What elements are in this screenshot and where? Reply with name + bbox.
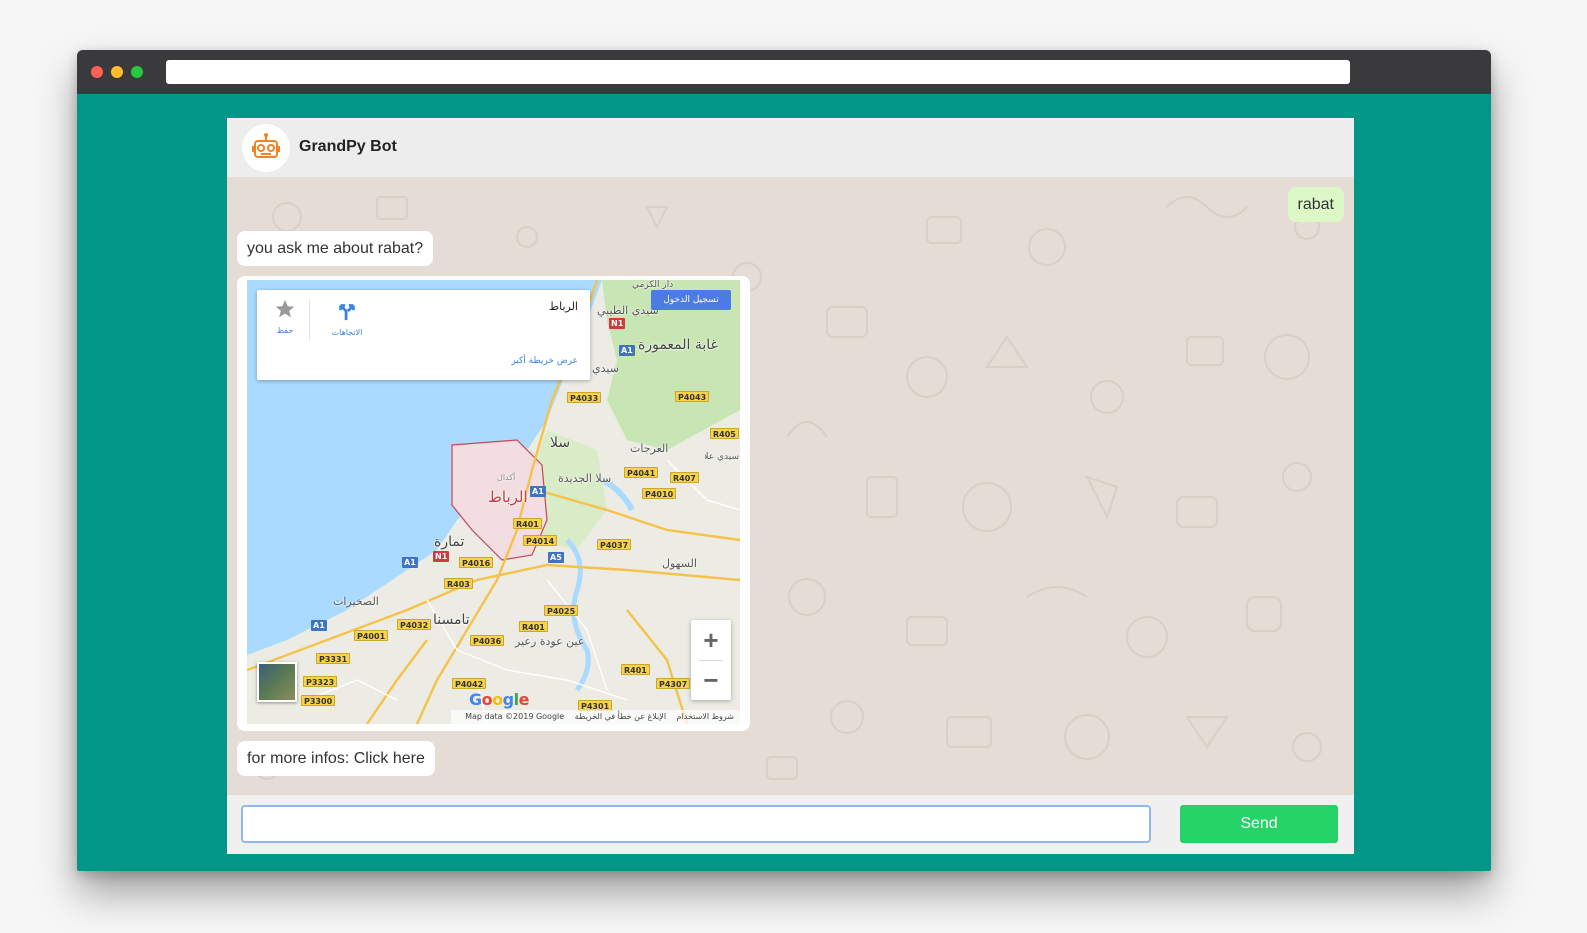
star-icon: [275, 299, 295, 318]
road-shield: P3323: [303, 676, 338, 687]
satellite-toggle[interactable]: [257, 662, 297, 702]
map-zoom-control: + −: [691, 620, 731, 700]
zoom-out-button[interactable]: −: [691, 660, 731, 700]
save-place-button[interactable]: حفظ: [265, 298, 305, 335]
road-shield: P4016: [459, 557, 494, 568]
road-shield: R401: [621, 664, 650, 675]
user-message: rabat: [1287, 187, 1344, 222]
map-label-sidi: سيدي: [592, 362, 619, 375]
message-composer: Send: [227, 795, 1354, 854]
more-info-link[interactable]: Click here: [354, 750, 425, 767]
road-shield: P4037: [597, 539, 632, 550]
road-shield: P3331: [316, 653, 351, 664]
browser-window: GrandPy Bot rabat you ask me about rabat…: [77, 50, 1491, 871]
view-larger-map-link[interactable]: عرض خريطة أكبر: [511, 356, 578, 366]
road-shield: P4025: [544, 605, 579, 616]
road-shield: P4041: [624, 467, 659, 478]
road-shield: P4033: [567, 392, 602, 403]
card-divider: [309, 300, 310, 340]
road-shield: R407: [670, 472, 699, 483]
message-list[interactable]: rabat you ask me about rabat? سلا الرباط…: [227, 177, 1354, 795]
road-shield: R405: [710, 428, 739, 439]
road-shield: P4014: [523, 535, 558, 546]
road-shield: N1: [609, 318, 626, 329]
google-map[interactable]: سلا الرباط أكدال تمارة تامسنا سلا الجديد…: [247, 280, 740, 724]
map-label-sehrine: الصخيرات: [333, 595, 379, 608]
link-prefix: for more infos:: [247, 750, 354, 767]
zoom-in-button[interactable]: +: [691, 620, 731, 660]
map-label-arjat: العرجات: [630, 442, 669, 455]
map-label-ain-aouda: عين عودة رعير: [515, 635, 585, 648]
road-shield: R403: [444, 578, 473, 589]
terms-link[interactable]: شروط الاستخدام: [677, 712, 734, 721]
place-name: الرباط: [548, 300, 578, 313]
map-label-shoul: السهول: [662, 557, 697, 570]
road-shield: A1: [311, 620, 327, 631]
chat-header: GrandPy Bot: [227, 118, 1354, 177]
road-shield: A1: [402, 557, 418, 568]
report-error-link[interactable]: الإبلاغ عن خطأ في الخريطة: [575, 712, 666, 721]
road-shield: P4043: [675, 391, 710, 402]
map-sign-in-button[interactable]: تسجيل الدخول: [651, 290, 731, 310]
map-label-sale: سلا: [550, 435, 571, 451]
close-window-button[interactable]: [91, 66, 103, 78]
map-label-sidi-allal: سيدي علال البحراوي: [705, 452, 739, 462]
robot-icon: [242, 124, 290, 172]
road-shield: N1: [433, 551, 450, 562]
map-label-agdal: أكدال: [497, 473, 516, 482]
map-label-dar-kasri: دار الكرمي: [632, 280, 674, 290]
bot-link-message: for more infos: Click here: [237, 741, 435, 776]
bot-message: you ask me about rabat?: [237, 231, 434, 266]
road-shield: A1: [530, 486, 546, 497]
chat-panel: GrandPy Bot rabat you ask me about rabat…: [227, 118, 1354, 854]
send-button[interactable]: Send: [1180, 805, 1338, 843]
road-shield: P4001: [354, 630, 389, 641]
map-label-temara: تمارة: [434, 534, 465, 550]
road-shield: P4036: [470, 635, 505, 646]
road-shield: P4010: [642, 488, 677, 499]
road-shield: P3300: [301, 695, 336, 706]
message-input[interactable]: [241, 805, 1151, 843]
map-label-sale-jadida: سلا الجديدة: [558, 472, 612, 485]
bot-map-message: سلا الرباط أكدال تمارة تامسنا سلا الجديد…: [237, 276, 750, 731]
directions-icon: [339, 304, 355, 321]
map-label-rabat: الرباط: [488, 488, 528, 506]
minimize-window-button[interactable]: [111, 66, 123, 78]
map-place-card: الرباط حفظ الاتجاهات عرض خريطة أكبر: [257, 290, 590, 380]
map-label-sidi-taibi: سيدي الطيبي: [597, 304, 659, 317]
road-shield: R401: [519, 621, 548, 632]
address-bar[interactable]: [166, 60, 1350, 84]
directions-label: الاتجاهات: [331, 328, 363, 337]
directions-button[interactable]: الاتجاهات: [319, 300, 375, 337]
browser-titlebar: [77, 50, 1491, 94]
road-shield: A1: [619, 345, 635, 356]
road-shield: P4042: [452, 678, 487, 689]
map-data-text: Map data ©2019 Google: [465, 712, 565, 721]
maximize-window-button[interactable]: [131, 66, 143, 78]
road-shield: A5: [548, 552, 564, 563]
road-shield: R401: [513, 518, 542, 529]
save-label: حفظ: [276, 326, 294, 335]
map-attribution: Map data ©2019 Google شروط الاستخدام الإ…: [451, 710, 740, 724]
map-label-maamora: غابة المعمورة: [638, 337, 718, 353]
road-shield: P4032: [397, 619, 432, 630]
map-label-tamesna: تامسنا: [433, 612, 470, 628]
bot-name: GrandPy Bot: [299, 138, 397, 155]
road-shield: P4307: [656, 678, 691, 689]
google-logo: Google: [469, 690, 529, 709]
